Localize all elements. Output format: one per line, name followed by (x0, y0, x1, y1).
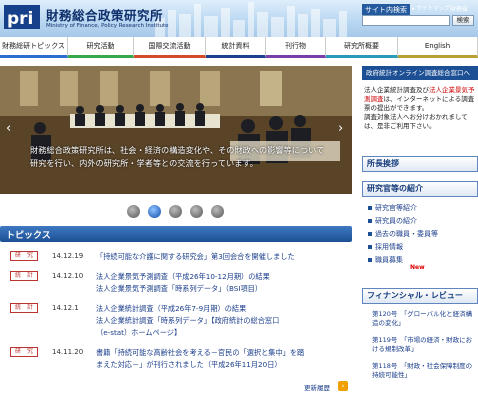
topic-badge: 研 究 (10, 347, 38, 357)
staff-list-item[interactable]: 職員募集 (368, 254, 403, 267)
site-title[interactable]: 財務総合政策研究所 (46, 5, 163, 24)
topics-header: トピックス (0, 226, 352, 242)
topic-link[interactable]: 法人企業統計調査（平成26年7-9月期）の結果 (96, 303, 246, 314)
notice-text: 法人企業統計調査及び法人企業景気予測調査は、インターネットによる調査票の提出がで… (364, 86, 476, 131)
carousel-dot[interactable] (190, 205, 203, 218)
site-header: pri 財務総合政策研究所 Ministry of Finance, Polic… (0, 0, 478, 37)
main-nav: 財務総研トピックス 研究活動 国際交流活動 統計資料 刊行物 研究所概要 Eng… (0, 37, 478, 58)
arrow-right-icon[interactable]: › (338, 381, 348, 391)
topic-link[interactable]: （e-stat）ホームページ】 (96, 327, 181, 338)
new-badge: New (410, 264, 425, 271)
bullet-icon (368, 245, 372, 249)
sidebar: 政府統計オンライン調査総合窓口へ 法人企業統計調査及び法人企業景気予測調査は、イ… (362, 66, 478, 400)
topic-link[interactable]: まえた対応－」が刊行されました（平成26年11月20日） (96, 359, 282, 370)
staff-list-item[interactable]: 研究官等紹介 (368, 202, 417, 215)
staff-list-item[interactable]: 研究員の紹介 (368, 215, 417, 228)
search-button[interactable]: 検索 (452, 15, 474, 26)
topic-badge: 統 計 (10, 303, 38, 313)
nav-english[interactable]: English (398, 37, 478, 58)
carousel-dot[interactable] (127, 205, 140, 218)
mof-link[interactable]: 財務省 (450, 4, 468, 13)
director-greeting-link[interactable]: 所長挨拶 (362, 156, 478, 172)
bullet-icon (368, 232, 372, 236)
topic-badge: 統 計 (10, 271, 38, 281)
staff-list-item[interactable]: 採用情報 (368, 241, 403, 254)
site-subtitle: Ministry of Finance, Policy Research Ins… (46, 23, 169, 29)
carousel-dot[interactable] (211, 205, 224, 218)
topic-badge: 研 究 (10, 251, 38, 261)
topic-date: 14.12.10 (52, 272, 84, 280)
nav-publications[interactable]: 刊行物 (266, 37, 326, 58)
carousel-dot[interactable] (169, 205, 182, 218)
financial-review-header: フィナンシャル・レビュー (362, 288, 478, 304)
staff-list-item[interactable]: 過去の職員・委員等 (368, 228, 438, 241)
topic-date: 14.11.20 (52, 348, 84, 356)
topic-link[interactable]: 法人企業景気予測調査（平成26年10-12月期）の結果 (96, 271, 270, 282)
topic-date: 14.12.1 (52, 304, 79, 312)
topic-link[interactable]: 法人企業統計調査「時系列データ」【政府統計の総合窓口 (96, 315, 279, 326)
conference-photo (0, 66, 352, 194)
nav-topics[interactable]: 財務総研トピックス (0, 37, 68, 58)
estat-link-bar[interactable]: 政府統計オンライン調査総合窓口へ (362, 66, 478, 80)
update-history-link[interactable]: 更新履歴 (304, 382, 330, 392)
nav-statistics[interactable]: 統計資料 (206, 37, 266, 58)
nav-research[interactable]: 研究活動 (68, 37, 134, 58)
bullet-icon (368, 206, 372, 210)
search-input[interactable] (362, 15, 450, 26)
staff-section-header: 研究官等の紹介 (362, 181, 478, 197)
topic-date: 14.12.19 (52, 252, 84, 260)
notice-text-plain: 法人企業統計調査及び (364, 86, 429, 94)
notice-text-2: 調査対象法人へお分けおかれましては、是非ご利用下さい。 (364, 113, 468, 130)
hero-banner[interactable]: ‹ › 財務総合政策研究所は、社会・経済の構造変化や、その財政への影響等について… (0, 66, 352, 194)
banner-prev-arrow[interactable]: ‹ (6, 121, 11, 136)
carousel-dot-active[interactable] (148, 205, 161, 218)
bullet-icon (368, 258, 372, 262)
topic-link[interactable]: 法人企業景気予測調査「時系列データ」（BSI項目） (96, 283, 262, 294)
topic-link[interactable]: 「持続可能な介護に関する研究会」第3回会合を開催しました (96, 251, 295, 262)
logo-text: pri (7, 9, 33, 29)
sitemap-link[interactable]: ▸ サイトマップ (412, 4, 450, 12)
nav-about[interactable]: 研究所概要 (326, 37, 398, 58)
nav-international[interactable]: 国際交流活動 (134, 37, 206, 58)
financial-review-item[interactable]: 第119号 「市場の経済・財政における規制改革」 (372, 336, 476, 353)
banner-caption: 財務総合政策研究所は、社会・経済の構造変化や、その財政への影響等について研究を行… (30, 145, 325, 168)
pri-logo[interactable]: pri (4, 3, 44, 31)
topic-link[interactable]: 書籍「持続可能な高齢社会を考える－官民の「選択と集中」を踏 (96, 347, 304, 358)
financial-review-item[interactable]: 第120号 「グローバル化と経済構造の変化」 (372, 310, 476, 327)
topics-title: トピックス (6, 231, 51, 241)
skyline-graphic (155, 2, 347, 37)
bullet-icon (368, 219, 372, 223)
banner-next-arrow[interactable]: › (338, 121, 343, 136)
financial-review-item[interactable]: 第118号 「財政・社会保障制度の持続可能性」 (372, 362, 476, 379)
